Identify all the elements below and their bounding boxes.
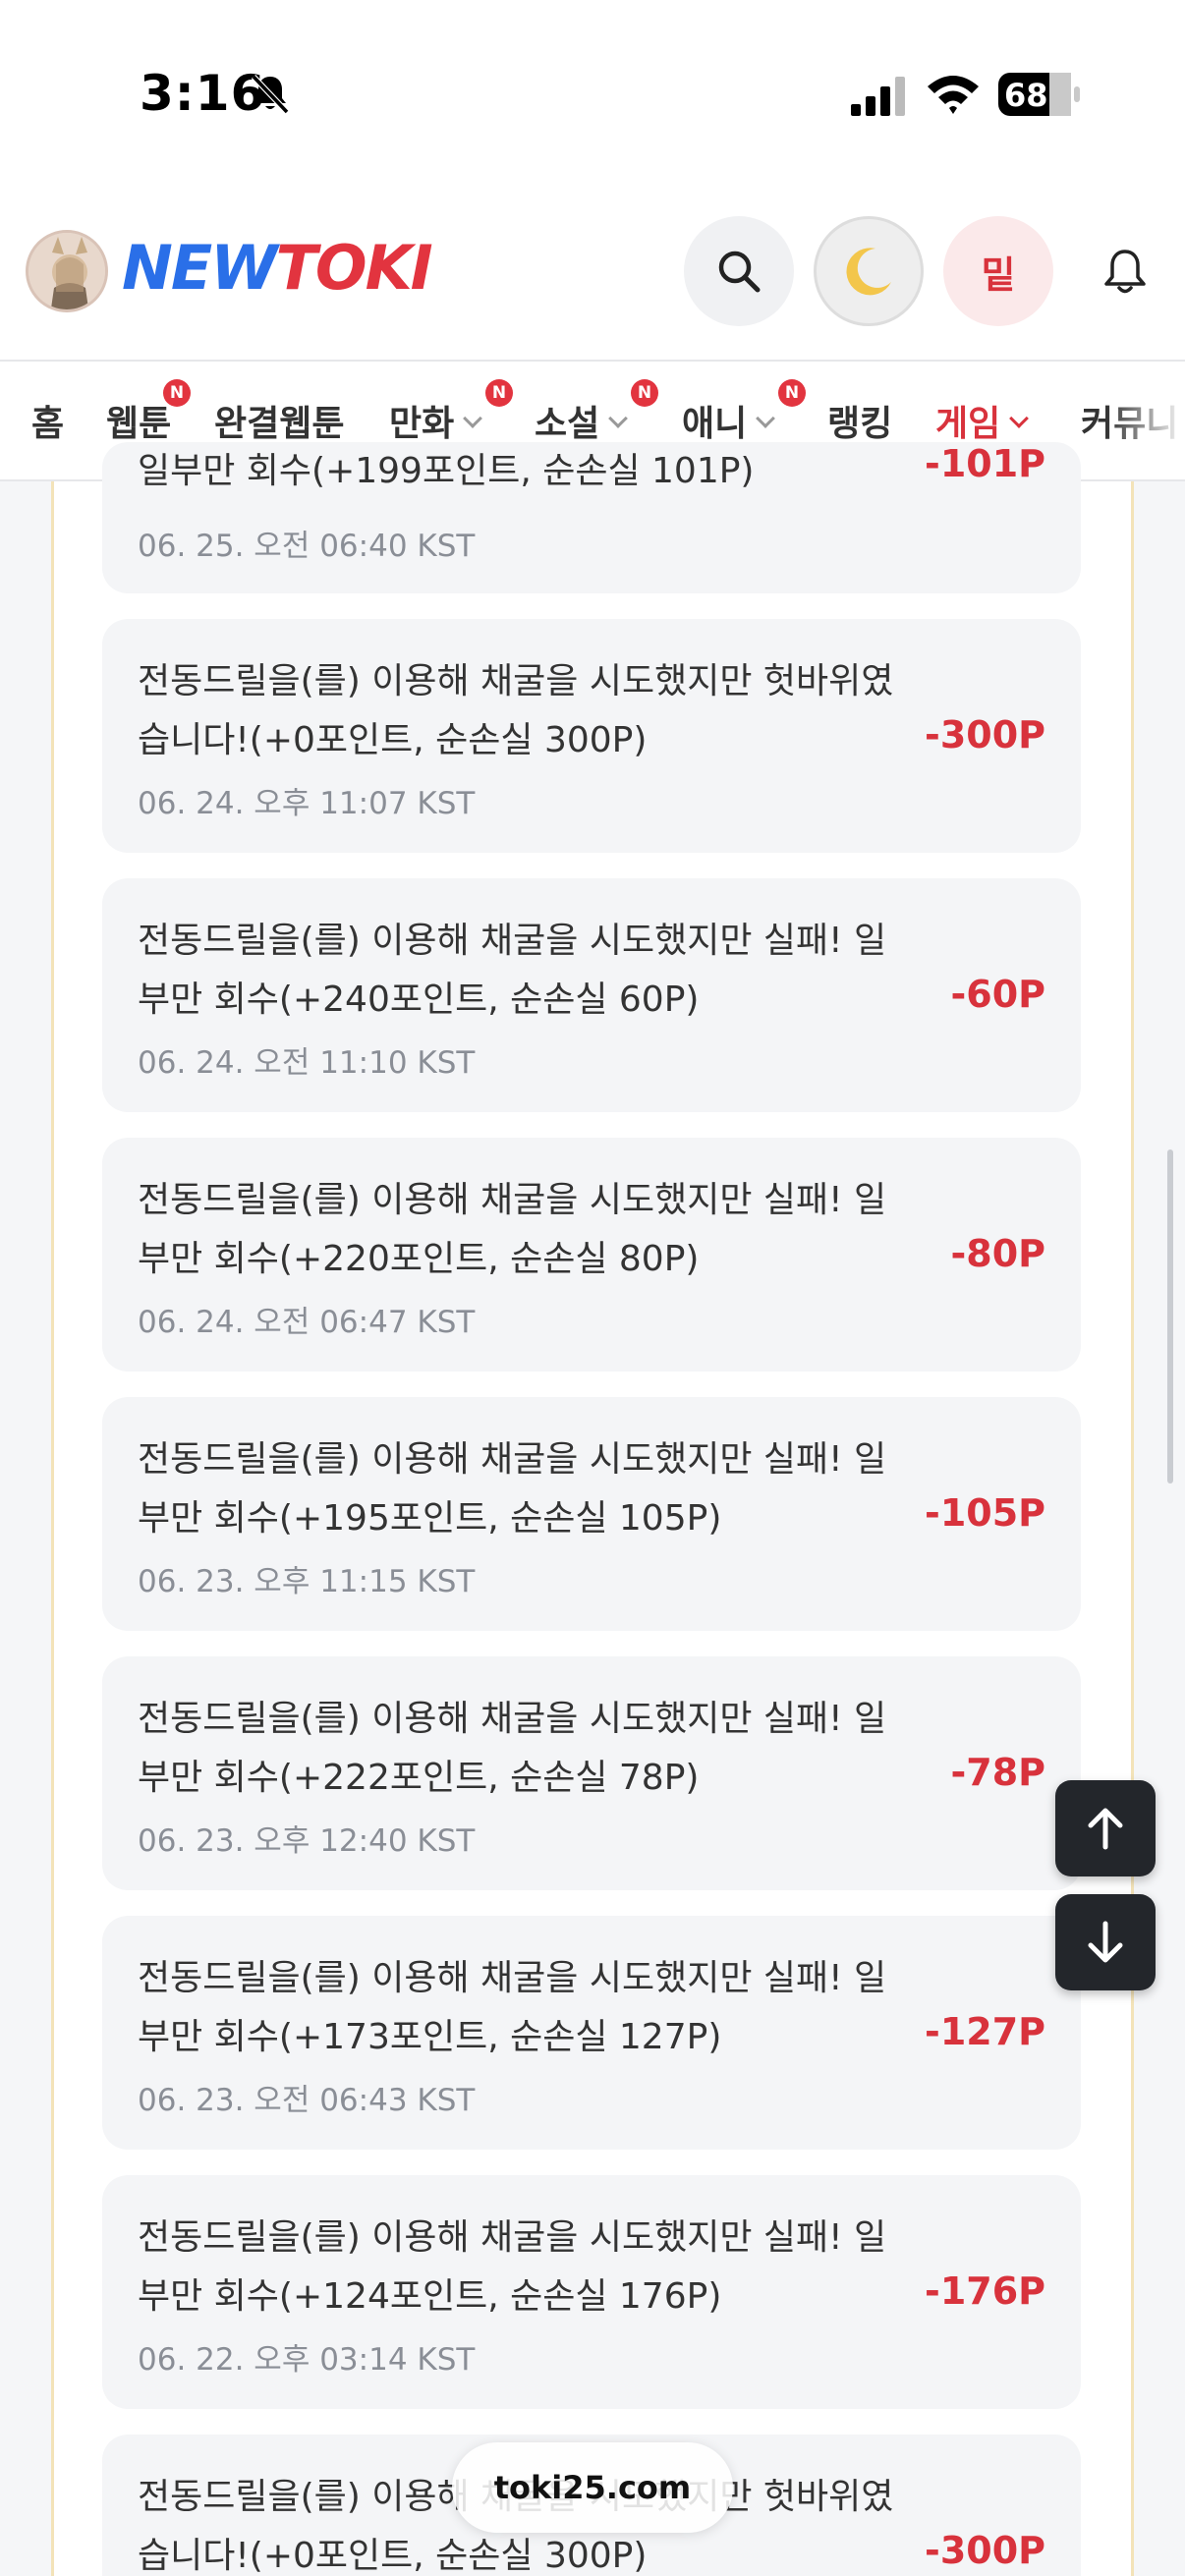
nav-label: 홈 bbox=[31, 404, 65, 444]
wifi-icon bbox=[928, 76, 979, 114]
scrollbar-thumb[interactable] bbox=[1167, 1149, 1173, 1484]
history-date: 06. 23. 오후 12:40 KST bbox=[138, 1823, 476, 1859]
history-date: 06. 24. 오전 06:47 KST bbox=[138, 1305, 476, 1340]
history-desc: 전동드릴을(를) 이용해 채굴을 시도했지만 실패! 일부만 회수(+173포인… bbox=[138, 1958, 887, 2057]
chevron-down-icon bbox=[463, 409, 483, 428]
nav-item-completed-webtoon[interactable]: 완결웹툰 bbox=[214, 395, 344, 446]
user-initial: 밑 bbox=[981, 252, 1016, 297]
history-amount: -127P bbox=[925, 2010, 1045, 2053]
history-date: 06. 23. 오전 06:43 KST bbox=[138, 2083, 476, 2118]
nav-label: 소설 bbox=[535, 404, 600, 444]
nav-item-webtoon[interactable]: 웹툰 N bbox=[106, 379, 191, 446]
history-item: 전동드릴을(를) 이용해 채굴을 시도했지만 실패! 일부만 회수(+240포인… bbox=[102, 878, 1081, 1112]
mascot-icon bbox=[28, 233, 105, 309]
history-amount: -176P bbox=[925, 2269, 1045, 2313]
chevron-down-icon bbox=[756, 409, 776, 428]
search-button[interactable] bbox=[684, 216, 794, 326]
history-amount: -78P bbox=[950, 1751, 1045, 1794]
chevron-down-icon bbox=[608, 409, 629, 428]
bell-muted-icon bbox=[251, 74, 290, 115]
history-amount: -300P bbox=[925, 2529, 1045, 2572]
nav-label: 완결웹툰 bbox=[214, 404, 345, 444]
history-desc: 일부만 회수(+199포인트, 순손실 101P) bbox=[138, 451, 755, 491]
new-badge: N bbox=[485, 379, 513, 407]
history-item: 전동드릴을(를) 이용해 채굴을 시도했지만 실패! 일부만 회수(+173포인… bbox=[102, 1916, 1081, 2150]
arrow-up-icon bbox=[1088, 1808, 1123, 1850]
site-header: NEWTOKI 밑 bbox=[0, 196, 1185, 362]
nav-label: 애니 bbox=[682, 404, 748, 444]
history-date: 06. 25. 오전 06:40 KST bbox=[138, 529, 476, 564]
nav-item-novel[interactable]: 소설 N bbox=[535, 379, 658, 446]
logo-avatar-image[interactable] bbox=[26, 230, 108, 312]
chevron-down-icon bbox=[1009, 409, 1030, 428]
nav-label: 랭킹 bbox=[827, 404, 893, 444]
history-item: 전동드릴을(를) 이용해 채굴을 시도했지만 실패! 일부만 회수(+195포인… bbox=[102, 1397, 1081, 1631]
new-badge: N bbox=[163, 379, 191, 407]
nav-label: 만화 bbox=[389, 404, 455, 444]
nav-scroll-fade bbox=[1106, 362, 1185, 479]
url-domain: toki25.com bbox=[493, 2469, 692, 2506]
history-item: 전동드릴을(를) 이용해 채굴을 시도했지만 실패! 일부만 회수(+124포인… bbox=[102, 2175, 1081, 2409]
history-item: 일부만 회수(+199포인트, 순손실 101P) 06. 25. 오전 06:… bbox=[102, 442, 1081, 593]
history-date: 06. 22. 오후 03:14 KST bbox=[138, 2342, 476, 2378]
history-desc: 전동드릴을(를) 이용해 채굴을 시도했지만 실패! 일부만 회수(+240포인… bbox=[138, 921, 887, 1020]
battery-indicator: 68 bbox=[998, 73, 1081, 116]
user-profile-button[interactable]: 밑 bbox=[943, 216, 1053, 326]
history-date: 06. 24. 오전 11:10 KST bbox=[138, 1045, 476, 1081]
dark-mode-toggle[interactable] bbox=[814, 216, 924, 326]
history-amount: -60P bbox=[950, 973, 1045, 1016]
history-desc: 전동드릴을(를) 이용해 채굴을 시도했지만 실패! 일부만 회수(+124포인… bbox=[138, 2217, 887, 2317]
history-desc: 전동드릴을(를) 이용해 채굴을 시도했지만 실패! 일부만 회수(+222포인… bbox=[138, 1699, 887, 1798]
history-date: 06. 23. 오후 11:15 KST bbox=[138, 1564, 476, 1599]
history-amount: -101P bbox=[925, 442, 1045, 485]
moon-icon bbox=[846, 248, 891, 296]
nav-item-anime[interactable]: 애니 N bbox=[682, 379, 806, 446]
history-desc: 전동드릴을(를) 이용해 채굴을 시도했지만 실패! 일부만 회수(+195포인… bbox=[138, 1439, 887, 1539]
history-item: 전동드릴을(를) 이용해 채굴을 시도했지만 실패! 일부만 회수(+222포인… bbox=[102, 1656, 1081, 1890]
new-badge: N bbox=[778, 379, 806, 407]
logo-toki-text: TOKI bbox=[275, 232, 433, 304]
history-desc: 전동드릴을(를) 이용해 채굴을 시도했지만 실패! 일부만 회수(+220포인… bbox=[138, 1180, 887, 1279]
cellular-signal-icon bbox=[851, 77, 905, 116]
history-amount: -105P bbox=[925, 1491, 1045, 1535]
nav-item-game[interactable]: 게임 bbox=[935, 395, 1030, 446]
history-desc: 전동드릴을(를) 이용해 채굴을 시도했지만 헛바위였습니다!(+0포인트, 순… bbox=[138, 661, 894, 760]
nav-label: 게임 bbox=[935, 404, 1001, 444]
history-amount: -80P bbox=[950, 1232, 1045, 1275]
history-item: 전동드릴을(를) 이용해 채굴을 시도했지만 실패! 일부만 회수(+220포인… bbox=[102, 1138, 1081, 1372]
status-bar: 3:16 68 bbox=[0, 0, 1185, 196]
nav-label: 웹툰 bbox=[106, 404, 172, 444]
nav-item-manga[interactable]: 만화 N bbox=[389, 379, 513, 446]
scroll-to-bottom-button[interactable] bbox=[1055, 1894, 1156, 1990]
nav-item-ranking[interactable]: 랭킹 bbox=[827, 395, 892, 446]
logo-new-text: NEW bbox=[122, 232, 278, 304]
arrow-down-icon bbox=[1088, 1921, 1123, 1963]
nav-item-home[interactable]: 홈 bbox=[31, 395, 64, 446]
notification-bell-icon[interactable] bbox=[1099, 246, 1152, 299]
scroll-to-top-button[interactable] bbox=[1055, 1780, 1156, 1876]
browser-url-bar[interactable]: toki25.com bbox=[452, 2442, 733, 2533]
new-badge: N bbox=[631, 379, 658, 407]
site-logo[interactable]: NEWTOKI bbox=[122, 232, 433, 304]
history-item: 전동드릴을(를) 이용해 채굴을 시도했지만 헛바위였습니다!(+0포인트, 순… bbox=[102, 619, 1081, 853]
search-icon bbox=[718, 251, 761, 293]
battery-level: 68 bbox=[1004, 77, 1048, 114]
history-amount: -300P bbox=[925, 713, 1045, 756]
history-date: 06. 24. 오후 11:07 KST bbox=[138, 786, 476, 821]
